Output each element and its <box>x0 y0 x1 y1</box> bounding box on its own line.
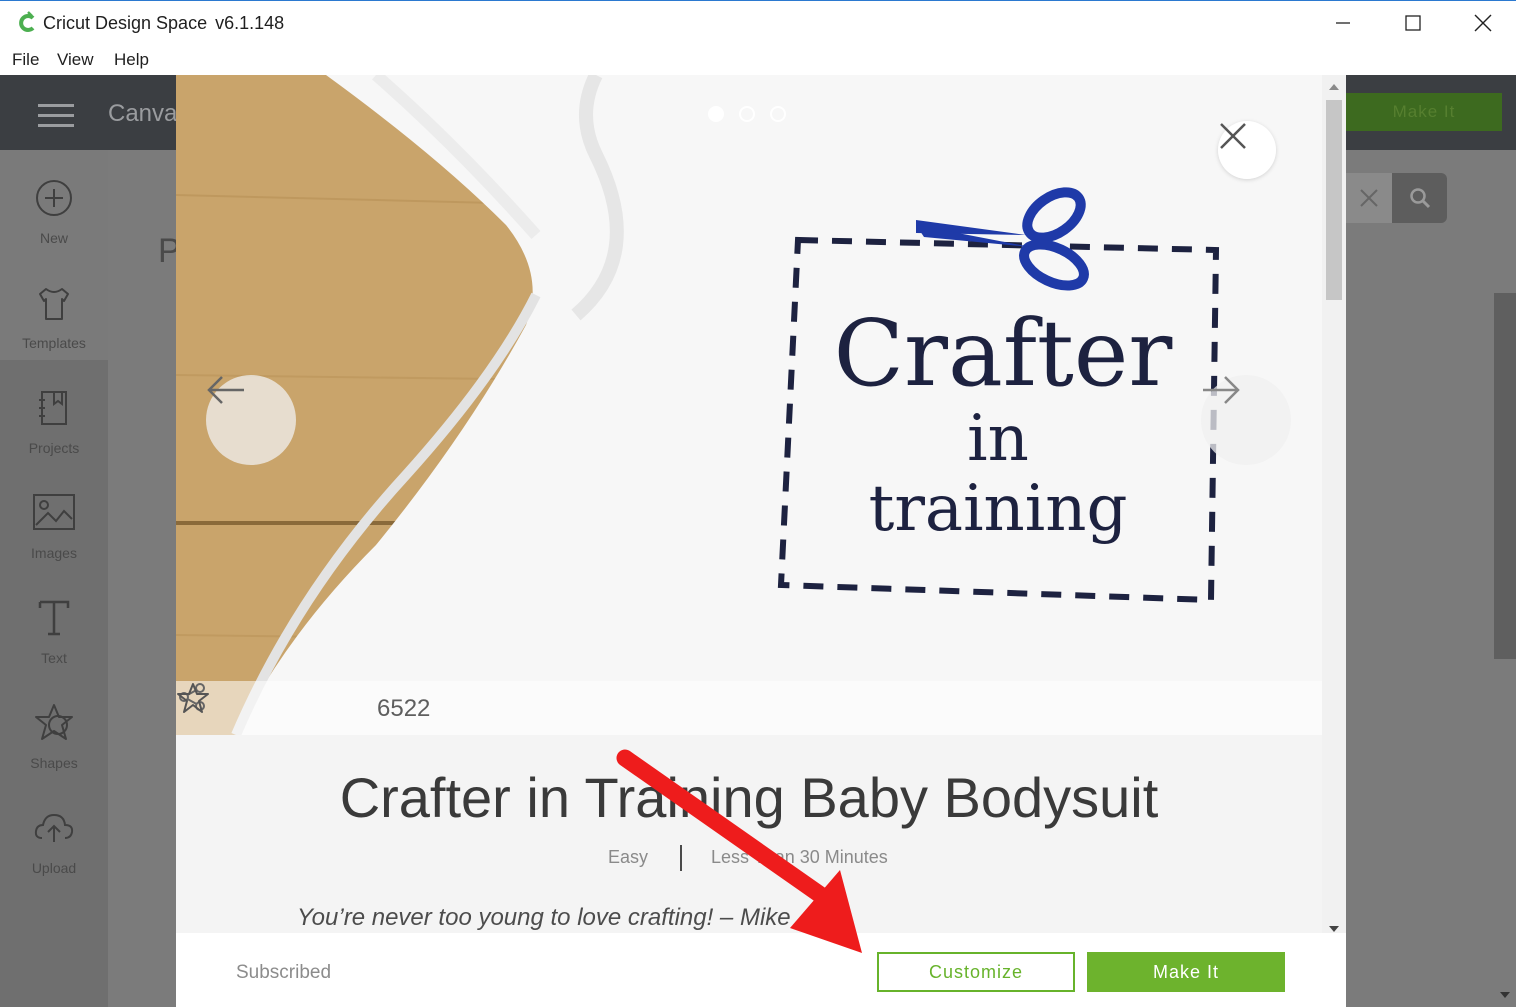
search-button[interactable] <box>1392 173 1447 223</box>
close-icon <box>1474 14 1492 32</box>
carousel-dot-3[interactable] <box>770 106 786 122</box>
sidebar-label: Images <box>31 545 77 561</box>
scroll-up-arrow-icon[interactable] <box>1327 81 1341 93</box>
app-sidebar: New Templates Projects Images Text Shape… <box>0 150 108 1007</box>
text-icon <box>38 600 70 636</box>
meta-divider <box>680 845 682 871</box>
carousel-dot-2[interactable] <box>739 106 755 122</box>
maximize-icon <box>1405 15 1421 31</box>
sidebar-label: Templates <box>22 335 86 351</box>
sidebar-label: Shapes <box>30 755 78 771</box>
project-title: Crafter in Training Baby Bodysuit <box>339 766 1159 829</box>
canvas-title: Canva <box>108 100 178 127</box>
project-actions-bar: 6522 <box>176 681 1322 735</box>
menu-help[interactable]: Help <box>114 50 149 70</box>
carousel-indicators <box>706 105 796 123</box>
search-clear-icon[interactable] <box>1346 173 1392 223</box>
page-scrollbar[interactable] <box>1494 293 1516 659</box>
hamburger-menu-icon[interactable] <box>38 104 74 128</box>
shapes-icon <box>35 704 73 740</box>
hero-text-line-3: training <box>869 472 1128 546</box>
tshirt-icon <box>39 288 69 320</box>
app-version: v6.1.148 <box>215 13 285 33</box>
carousel-next-button[interactable] <box>1201 375 1291 465</box>
arrow-right-icon <box>1203 376 1240 404</box>
menu-bar: File View Help <box>0 44 1516 75</box>
sidebar-label: Upload <box>31 860 77 876</box>
carousel-prev-button[interactable] <box>206 375 296 465</box>
header-make-it-button[interactable]: Make It <box>1346 93 1502 131</box>
sidebar-item-upload[interactable]: Upload <box>0 780 108 885</box>
cricut-logo-icon <box>19 11 35 32</box>
sidebar-item-projects[interactable]: Projects <box>0 360 108 465</box>
sidebar-label: Projects <box>28 440 80 456</box>
modal-footer: Subscribed Customize Make It <box>176 933 1346 1007</box>
hero-text-line-1: Crafter <box>834 300 1173 407</box>
modal-close-button[interactable] <box>1218 121 1276 179</box>
cloud-upload-icon <box>34 813 74 842</box>
hero-text-line-2: in <box>967 402 1029 476</box>
sidebar-item-templates[interactable]: Templates <box>0 255 108 360</box>
customize-button[interactable]: Customize <box>877 952 1075 992</box>
make-it-button[interactable]: Make It <box>1087 952 1285 992</box>
sidebar-label: New <box>39 230 68 246</box>
sidebar-label: Text <box>41 650 67 666</box>
project-hero-image: Crafter in training 6522 <box>176 75 1322 735</box>
modal-scrollbar-thumb[interactable] <box>1326 100 1342 300</box>
minimize-button[interactable] <box>1308 1 1378 45</box>
bodysuit-photo: Crafter in training <box>176 75 1322 735</box>
close-icon <box>1220 123 1246 149</box>
image-icon <box>33 494 75 530</box>
project-meta: Easy Less Than 30 Minutes <box>176 845 1322 871</box>
plus-circle-icon <box>36 180 72 216</box>
search-icon <box>1409 188 1430 209</box>
subscription-status: Subscribed <box>236 962 332 983</box>
app-name: Cricut Design Space <box>43 13 208 33</box>
difficulty-label: Easy <box>608 847 649 867</box>
duration-label: Less Than 30 Minutes <box>711 847 888 867</box>
sidebar-item-shapes[interactable]: Shapes <box>0 675 108 780</box>
sidebar-item-new[interactable]: New <box>0 150 108 255</box>
sidebar-item-images[interactable]: Images <box>0 465 108 570</box>
arrow-left-icon <box>207 376 244 404</box>
window-title: Cricut Design Space v6.1.148 <box>43 13 284 34</box>
minimize-icon <box>1336 22 1350 24</box>
star-favorite-icon[interactable] <box>176 681 210 715</box>
sidebar-item-text[interactable]: Text <box>0 570 108 675</box>
project-description: You’re never too young to love crafting!… <box>297 904 791 931</box>
projects-book-icon <box>39 391 67 425</box>
favorite-count: 6522 <box>377 695 431 722</box>
scroll-down-arrow-icon[interactable] <box>1498 988 1512 1002</box>
menu-file[interactable]: File <box>12 50 39 70</box>
carousel-dot-1[interactable] <box>708 106 724 122</box>
project-preview-modal: Crafter in training 6522 Crafter in Trai… <box>176 75 1346 1007</box>
window-close-button[interactable] <box>1448 1 1516 45</box>
window-titlebar: Cricut Design Space v6.1.148 <box>0 0 1516 44</box>
menu-view[interactable]: View <box>57 50 94 70</box>
maximize-button[interactable] <box>1378 1 1448 45</box>
